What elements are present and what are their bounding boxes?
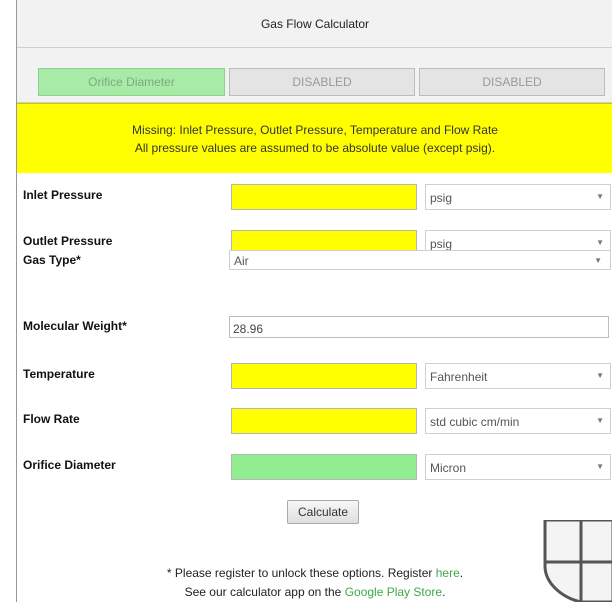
register-note-end: . xyxy=(459,566,464,580)
orifice-diameter-output[interactable] xyxy=(231,454,417,480)
temperature-unit-value: Fahrenheit xyxy=(430,370,488,384)
app-store-note-text: See our calculator app on the xyxy=(184,585,345,599)
outlet-pressure-label: Outlet Pressure xyxy=(23,234,113,248)
calculator-title: Gas Flow Calculator xyxy=(17,0,612,48)
orifice-diameter-row: Orifice Diameter Micron ▼ xyxy=(17,454,612,480)
inlet-pressure-row: Inlet Pressure psig ▼ xyxy=(17,184,612,210)
orifice-diameter-label: Orifice Diameter xyxy=(23,458,116,472)
register-note: * Please register to unlock these option… xyxy=(17,566,612,580)
molecular-weight-input[interactable]: 28.96 xyxy=(229,316,609,338)
temperature-label: Temperature xyxy=(23,367,95,381)
flow-rate-unit-select[interactable]: std cubic cm/min ▼ xyxy=(425,408,611,434)
tab-disabled-2[interactable]: DISABLED xyxy=(419,68,605,96)
inlet-pressure-label: Inlet Pressure xyxy=(23,188,103,202)
tab-disabled-1[interactable]: DISABLED xyxy=(229,68,415,96)
register-note-text: * Please register to unlock these option… xyxy=(166,566,436,580)
temperature-input[interactable] xyxy=(231,363,417,389)
temperature-unit-select[interactable]: Fahrenheit ▼ xyxy=(425,363,611,389)
tab-orifice-diameter[interactable]: Orifice Diameter xyxy=(38,68,225,96)
flow-rate-unit-value: std cubic cm/min xyxy=(430,415,520,429)
chevron-down-icon: ▼ xyxy=(596,416,604,425)
shield-icon xyxy=(543,520,612,602)
orifice-diameter-unit-value: Micron xyxy=(430,461,467,475)
google-play-link[interactable]: Google Play Store xyxy=(345,585,442,599)
gas-type-select[interactable]: Air ▼ xyxy=(229,250,611,270)
chevron-down-icon: ▼ xyxy=(596,238,604,247)
calculate-button[interactable]: Calculate xyxy=(287,500,359,524)
chevron-down-icon: ▼ xyxy=(596,462,604,471)
temperature-row: Temperature Fahrenheit ▼ xyxy=(17,363,612,389)
inlet-pressure-input[interactable] xyxy=(231,184,417,210)
inlet-pressure-unit-value: psig xyxy=(430,191,453,205)
flow-rate-label: Flow Rate xyxy=(23,412,80,426)
flow-rate-input[interactable] xyxy=(231,408,417,434)
molecular-weight-row: Molecular Weight* 28.96 xyxy=(17,316,612,342)
app-store-note-end: . xyxy=(442,585,446,599)
outlet-pressure-unit-value: psig xyxy=(430,237,453,251)
chevron-down-icon: ▼ xyxy=(594,256,602,265)
chevron-down-icon: ▼ xyxy=(596,192,604,201)
missing-notice: Missing: Inlet Pressure, Outlet Pressure… xyxy=(17,103,612,173)
inlet-pressure-unit-select[interactable]: psig ▼ xyxy=(425,184,611,210)
gas-type-real: Gas Type* Air ▼ xyxy=(17,250,612,276)
chevron-down-icon: ▼ xyxy=(596,371,604,380)
molecular-weight-label: Molecular Weight* xyxy=(23,319,127,333)
title-text: Gas Flow Calculator xyxy=(260,16,370,31)
app-store-note: See our calculator app on the Google Pla… xyxy=(17,585,612,599)
orifice-diameter-unit-select[interactable]: Micron ▼ xyxy=(425,454,611,480)
gas-type-label: Gas Type* xyxy=(23,253,81,267)
mode-tabs: Orifice Diameter DISABLED DISABLED xyxy=(17,48,612,103)
flow-rate-row: Flow Rate std cubic cm/min ▼ xyxy=(17,408,612,434)
register-here-link[interactable]: here xyxy=(436,566,460,580)
gas-type-value: Air xyxy=(234,254,249,268)
calculator-panel: Gas Flow Calculator Orifice Diameter DIS… xyxy=(16,0,612,602)
notice-line-1: Missing: Inlet Pressure, Outlet Pressure… xyxy=(132,122,498,137)
notice-line-2: All pressure values are assumed to be ab… xyxy=(134,140,496,155)
